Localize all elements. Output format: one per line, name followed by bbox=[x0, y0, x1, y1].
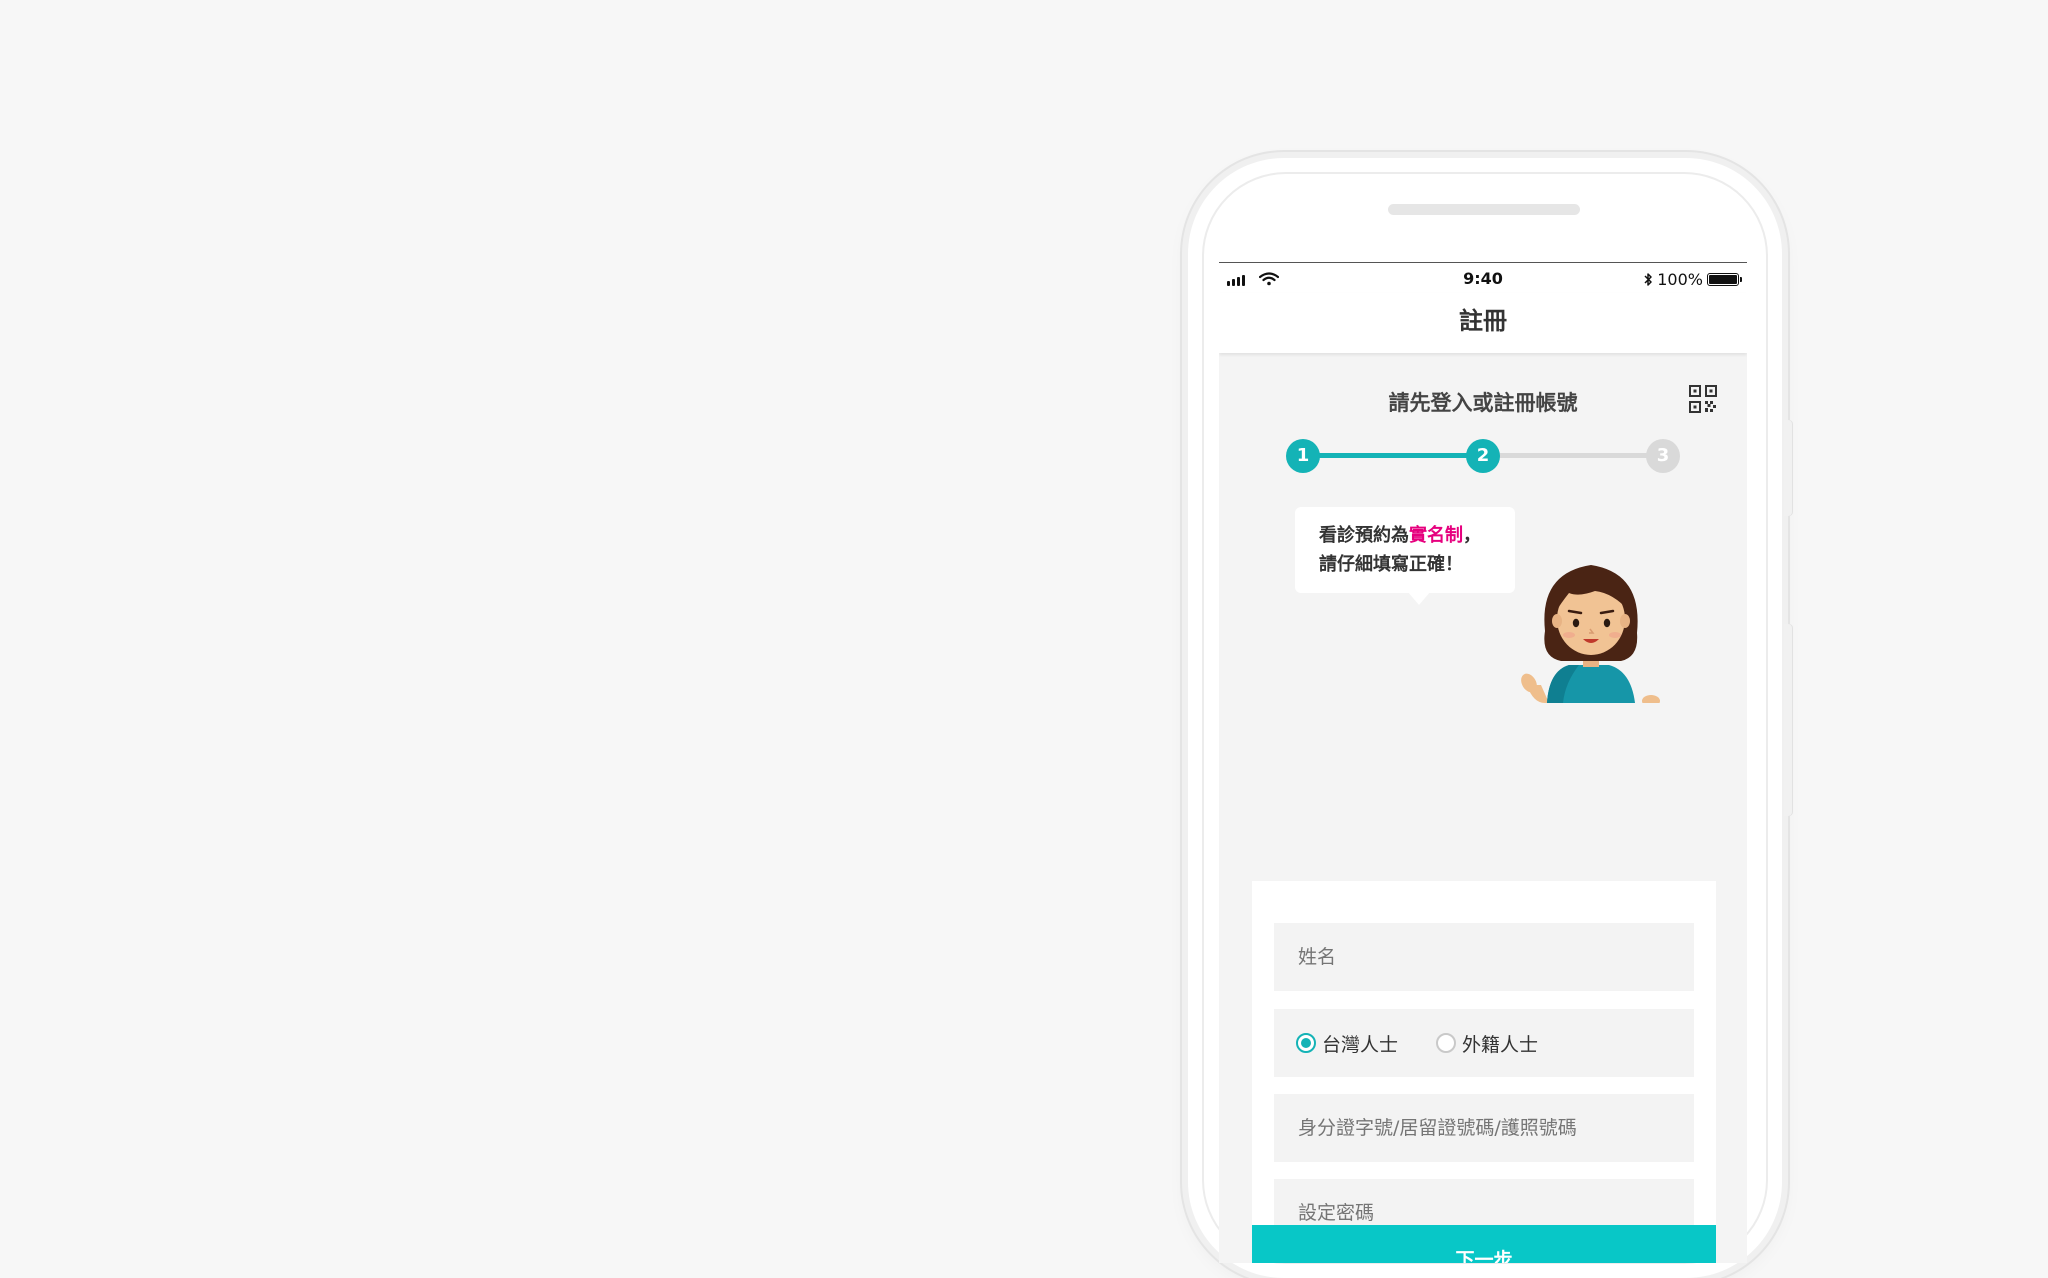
bubble-text-highlight: 實名制 bbox=[1409, 525, 1463, 546]
battery-icon bbox=[1707, 273, 1742, 286]
step-3: 3 bbox=[1646, 439, 1680, 473]
radio-unchecked-icon bbox=[1436, 1033, 1457, 1053]
id-number-input[interactable] bbox=[1274, 1094, 1694, 1162]
power-button bbox=[1784, 624, 1792, 816]
step-1: 1 bbox=[1286, 439, 1320, 473]
prompt-title: 請先登入或註冊帳號 bbox=[1388, 391, 1578, 415]
bubble-tail bbox=[1407, 591, 1431, 605]
radio-checked-icon bbox=[1296, 1033, 1316, 1053]
qr-code-icon[interactable] bbox=[1689, 385, 1717, 413]
page-title: 註冊 bbox=[1219, 293, 1747, 353]
radio-foreign-resident[interactable]: 外籍人士 bbox=[1436, 1030, 1538, 1057]
prompt-row: 請先登入或註冊帳號 bbox=[1219, 371, 1747, 431]
radio-taiwan-resident[interactable]: 台灣人士 bbox=[1296, 1030, 1398, 1057]
id-type-radio-group: 台灣人士 外籍人士 bbox=[1274, 1009, 1694, 1077]
status-right: 100% bbox=[1643, 270, 1742, 289]
battery-percent: 100% bbox=[1657, 270, 1703, 289]
stepper-line-done bbox=[1303, 453, 1483, 458]
radio-label-taiwan: 台灣人士 bbox=[1322, 1033, 1399, 1056]
mascot-illustration bbox=[1521, 565, 1660, 703]
speech-bubble: 看診預約為實名制， 請仔細填寫正確！ bbox=[1295, 507, 1515, 593]
step-2: 2 bbox=[1466, 439, 1500, 473]
phone-speaker bbox=[1388, 204, 1580, 215]
registration-form: 台灣人士 外籍人士 bbox=[1252, 881, 1716, 1263]
bubble-text-suffix: ， bbox=[1463, 525, 1481, 546]
bubble-line-2: 請仔細填寫正確！ bbox=[1319, 554, 1463, 575]
status-bar: 9:40 100% bbox=[1219, 263, 1747, 293]
phone-mockup: 9:40 100% 註冊 請先登入或註冊帳號 1 2 3 看診預約為實名制， 請… bbox=[1188, 158, 1792, 1278]
bluetooth-icon bbox=[1644, 273, 1652, 286]
radio-label-foreign: 外籍人士 bbox=[1462, 1033, 1539, 1056]
progress-stepper: 1 2 3 bbox=[1219, 431, 1747, 481]
bubble-text-prefix: 看診預約為 bbox=[1319, 525, 1409, 546]
bubble-line-1: 看診預約為實名制， bbox=[1319, 521, 1515, 550]
next-step-button[interactable]: 下一步 bbox=[1252, 1225, 1716, 1263]
name-input[interactable] bbox=[1274, 923, 1694, 991]
volume-up-button bbox=[1784, 420, 1792, 516]
app-screen: 9:40 100% 註冊 請先登入或註冊帳號 1 2 3 看診預約為實名制， 請… bbox=[1219, 262, 1747, 1263]
stepper-line-pending bbox=[1483, 453, 1663, 458]
